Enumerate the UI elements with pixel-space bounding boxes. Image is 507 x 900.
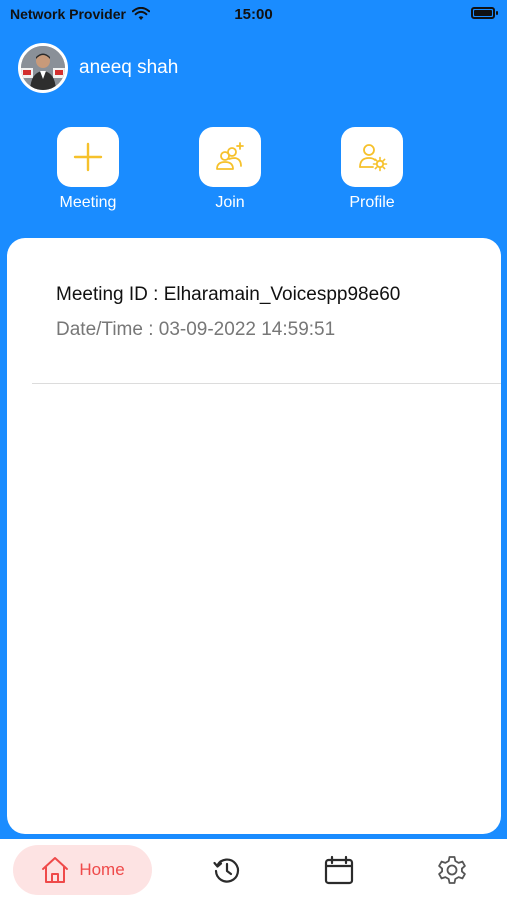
bottom-tab-bar: Home: [0, 839, 507, 900]
join-tile[interactable]: [199, 127, 261, 187]
meeting-list-item[interactable]: Meeting ID : Elharamain_Voicespp98e60 Da…: [7, 238, 501, 384]
home-icon: [42, 857, 69, 883]
profile-label: Profile: [349, 194, 395, 211]
profile-tile[interactable]: [341, 127, 403, 187]
tab-history[interactable]: [205, 845, 249, 895]
tab-home-label: Home: [79, 860, 125, 879]
user-settings-icon: [359, 144, 388, 172]
meeting-label: Meeting: [59, 194, 117, 211]
tab-home[interactable]: Home: [13, 845, 152, 895]
meeting-id: Meeting ID : Elharamain_Voicespp98e60: [56, 284, 401, 305]
status-bar: Network Provider 15:00: [0, 0, 507, 30]
tab-calendar[interactable]: [317, 845, 361, 895]
history-icon: [213, 858, 240, 883]
calendar-icon: [324, 855, 354, 885]
meeting-datetime: Date/Time : 03-09-2022 14:59:51: [56, 319, 336, 340]
meeting-tile[interactable]: [57, 127, 119, 187]
join-button[interactable]: Join: [185, 127, 275, 212]
gear-icon: [438, 856, 466, 884]
users-add-icon: [216, 142, 244, 170]
avatar[interactable]: [18, 43, 68, 93]
meeting-button[interactable]: Meeting: [43, 127, 133, 212]
avatar-photo: [21, 46, 65, 90]
profile-header[interactable]: aneeq shah: [18, 43, 178, 93]
plus-icon: [73, 142, 103, 172]
meeting-list-card: Meeting ID : Elharamain_Voicespp98e60 Da…: [7, 238, 501, 834]
status-time: 15:00: [234, 6, 273, 23]
battery-icon: [471, 7, 498, 19]
profile-button[interactable]: Profile: [327, 127, 417, 212]
list-divider: [32, 383, 501, 384]
user-name: aneeq shah: [79, 57, 179, 78]
tab-settings[interactable]: [430, 845, 474, 895]
join-label: Join: [215, 194, 245, 211]
